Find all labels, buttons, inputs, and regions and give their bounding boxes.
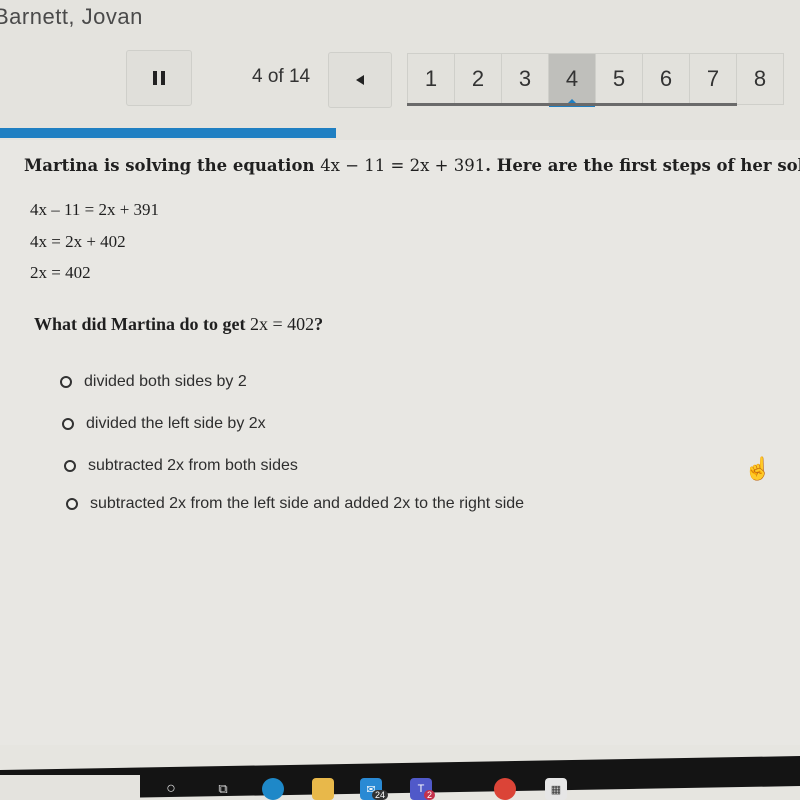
answer-option-1[interactable]: divided both sides by 2 — [60, 373, 247, 391]
search-icon[interactable]: ○ — [160, 778, 182, 800]
previous-button[interactable] — [328, 52, 392, 108]
progress-bar — [0, 128, 336, 138]
mail-badge: 24 — [372, 790, 389, 800]
ask-tail: ? — [314, 314, 324, 334]
chevron-left-icon — [356, 75, 364, 85]
radio-button[interactable] — [64, 460, 76, 472]
question-nav-7[interactable]: 7 — [689, 53, 736, 105]
question-prompt: Martina is solving the equation 4x − 11 … — [24, 156, 800, 175]
solution-step-1: 4x – 11 = 2x + 391 — [30, 200, 160, 219]
question-nav-1[interactable]: 1 — [407, 53, 454, 105]
option-label: subtracted 2x from both sides — [88, 457, 298, 474]
student-name: Barnett, Jovan — [0, 4, 143, 29]
prompt-lead: Martina is solving the equation — [24, 156, 321, 175]
radio-button[interactable] — [60, 376, 72, 388]
question-ask: What did Martina do to get 2x = 402? — [34, 314, 323, 335]
question-nav-2[interactable]: 2 — [454, 53, 501, 105]
question-navigator: 1 2 3 4 5 6 7 8 — [407, 53, 784, 107]
answer-option-3[interactable]: subtracted 2x from both sides — [64, 457, 298, 475]
solution-step-2: 4x = 2x + 402 — [30, 232, 126, 251]
question-nav-4[interactable]: 4 — [548, 53, 595, 107]
ask-lead: What did Martina do to get — [34, 314, 250, 334]
question-panel: Martina is solving the equation 4x − 11 … — [0, 140, 800, 745]
prompt-equation: 4x − 11 = 2x + 391 — [320, 156, 486, 175]
option-label: subtracted 2x from the left side and add… — [90, 495, 525, 512]
file-explorer-icon[interactable] — [312, 778, 334, 800]
store-icon[interactable]: ▦ — [545, 778, 567, 800]
prompt-tail: . Here are the first steps of her soluti… — [485, 156, 800, 175]
solution-step-3: 2x = 402 — [30, 263, 91, 282]
chrome-icon[interactable] — [494, 778, 516, 800]
task-view-icon[interactable]: ⧉ — [212, 778, 234, 800]
question-nav-6[interactable]: 6 — [642, 53, 689, 105]
radio-button[interactable] — [62, 418, 74, 430]
question-nav-underline — [407, 103, 737, 106]
teams-badge: 2 — [424, 790, 436, 800]
taskbar-edge — [0, 775, 140, 800]
answer-option-2[interactable]: divided the left side by 2x — [62, 415, 266, 433]
hand-cursor-icon: ☝ — [744, 456, 772, 481]
option-label: divided both sides by 2 — [84, 373, 247, 390]
ask-equation: 2x = 402 — [250, 314, 315, 334]
question-nav-8[interactable]: 8 — [736, 53, 784, 105]
pause-icon — [153, 71, 165, 85]
radio-button[interactable] — [66, 498, 78, 510]
question-nav-3[interactable]: 3 — [501, 53, 548, 105]
option-label: divided the left side by 2x — [86, 415, 266, 432]
pause-button[interactable] — [126, 50, 192, 106]
question-counter: 4 of 14 — [252, 66, 311, 87]
answer-option-4[interactable]: subtracted 2x from the left side and add… — [66, 495, 524, 513]
edge-icon[interactable] — [262, 778, 284, 800]
question-nav-5[interactable]: 5 — [595, 53, 642, 105]
